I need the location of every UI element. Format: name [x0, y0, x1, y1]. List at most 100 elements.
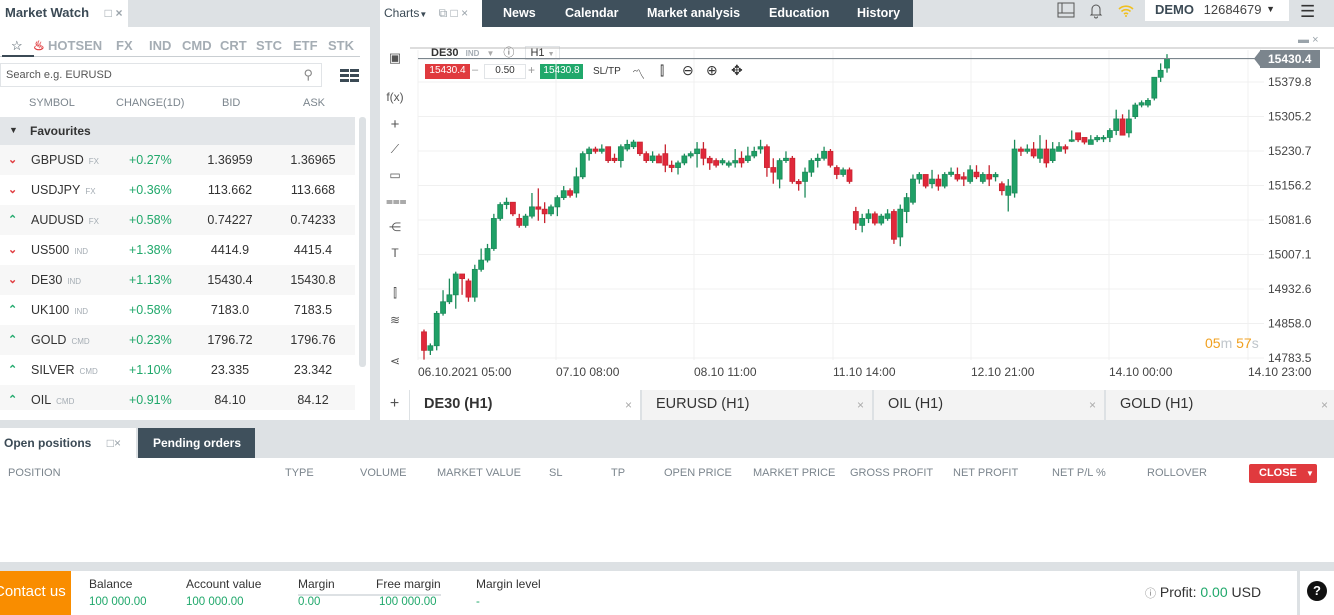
chart-tab[interactable]: DE30 (H1) × — [410, 390, 640, 420]
col-symbol[interactable]: SYMBOL — [29, 97, 75, 109]
info-icon[interactable]: ⓘ — [1145, 588, 1156, 600]
close-icon[interactable]: × — [116, 6, 123, 20]
scrollbar[interactable] — [359, 117, 366, 367]
col-bid[interactable]: BID — [222, 97, 240, 109]
instrument-row[interactable]: ⌃ AUDUSD FX +0.58% 0.74227 0.74233 — [0, 205, 355, 235]
ask-price[interactable]: 84.12 — [273, 393, 353, 407]
col-market-value[interactable]: MARKET VALUE — [437, 467, 521, 479]
tab-open-positions[interactable]: Open positions □× — [0, 428, 136, 458]
instrument-row[interactable]: ⌄ US500 IND +1.38% 4414.9 4415.4 — [0, 235, 355, 265]
trendline-icon[interactable]: ⟋ — [386, 142, 404, 158]
tab-pending-orders[interactable]: Pending orders — [138, 428, 255, 458]
chart-tab[interactable]: EURUSD (H1) × — [642, 390, 872, 420]
col-sl[interactable]: SL — [549, 467, 562, 479]
chart-tab[interactable]: GOLD (H1) × — [1106, 390, 1334, 420]
nav-news[interactable]: News — [503, 6, 536, 20]
add-chart-button[interactable]: + — [380, 390, 409, 420]
tab-stk[interactable]: STK — [328, 38, 354, 53]
close-all-button[interactable]: CLOSE ▼ — [1249, 464, 1317, 483]
candles-style-icon[interactable]: ⫿ — [386, 286, 404, 302]
bid-price[interactable]: 4414.9 — [190, 243, 270, 257]
ask-price[interactable]: 113.668 — [273, 183, 353, 197]
tab-ind[interactable]: IND — [149, 38, 171, 53]
tab-etf[interactable]: ETF — [293, 38, 318, 53]
ask-price[interactable]: 1.36965 — [273, 153, 353, 167]
charts-menu[interactable]: Charts▼ ⧉ □ × — [380, 0, 482, 27]
tab-crt[interactable]: CRT — [220, 38, 247, 53]
ask-price[interactable]: 0.74233 — [273, 213, 353, 227]
col-ask[interactable]: ASK — [303, 97, 325, 109]
col-type[interactable]: TYPE — [285, 467, 314, 479]
fibonacci-icon[interactable]: ⩶ — [386, 194, 407, 210]
bid-price[interactable]: 7183.0 — [190, 303, 270, 317]
rectangle-icon[interactable]: ▭ — [386, 168, 404, 184]
col-net-p-l-[interactable]: NET P/L % — [1052, 467, 1106, 479]
col-change[interactable]: CHANGE(1D) — [116, 97, 184, 109]
col-market-price[interactable]: MARKET PRICE — [753, 467, 835, 479]
bid-price[interactable]: 1796.72 — [190, 333, 270, 347]
ask-price[interactable]: 7183.5 — [273, 303, 353, 317]
chart-type-icon[interactable]: ▣ — [386, 50, 404, 66]
bid-price[interactable]: 84.10 — [190, 393, 270, 407]
tab-cmd[interactable]: CMD — [182, 38, 212, 53]
contact-us-button[interactable]: Contact us — [0, 571, 71, 615]
search-icon[interactable]: ⚲ — [303, 67, 313, 83]
instrument-row[interactable]: ⌃ GOLD CMD +0.23% 1796.72 1796.76 — [0, 325, 355, 355]
instrument-row[interactable]: ⌃ SILVER CMD +1.10% 23.335 23.342 — [0, 355, 355, 385]
layout-grid-icon[interactable] — [340, 69, 359, 82]
close-icon[interactable]: × — [114, 436, 121, 450]
close-tab-icon[interactable]: × — [857, 398, 864, 412]
chart-tab[interactable]: OIL (H1) × — [874, 390, 1104, 420]
ask-price[interactable]: 4415.4 — [273, 243, 353, 257]
tab-stc[interactable]: STC — [256, 38, 282, 53]
bell-icon[interactable] — [1088, 2, 1104, 19]
col-net-profit[interactable]: NET PROFIT — [953, 467, 1018, 479]
close-tab-icon[interactable]: × — [1321, 398, 1328, 412]
instrument-row[interactable]: ⌄ USDJPY FX +0.36% 113.662 113.668 — [0, 175, 355, 205]
bid-price[interactable]: 1.36959 — [190, 153, 270, 167]
instrument-row[interactable]: ⌃ OIL CMD +0.91% 84.10 84.12 — [0, 385, 355, 410]
account-selector[interactable]: DEMO 12684679 ▼ — [1145, 0, 1289, 21]
indicators-fx-icon[interactable]: f(x) — [386, 90, 404, 106]
help-icon[interactable]: ? — [1307, 581, 1327, 601]
close-tab-icon[interactable]: × — [1089, 398, 1096, 412]
hamburger-menu-icon[interactable]: ☰ — [1300, 2, 1315, 22]
col-position[interactable]: POSITION — [8, 467, 61, 479]
maximize-icon[interactable]: □ — [451, 6, 458, 20]
nav-education[interactable]: Education — [769, 6, 829, 20]
bid-price[interactable]: 23.335 — [190, 363, 270, 377]
share-icon[interactable]: ⋖ — [386, 354, 404, 370]
ask-price[interactable]: 15430.8 — [273, 273, 353, 287]
nav-calendar[interactable]: Calendar — [565, 6, 619, 20]
maximize-icon[interactable]: □ — [105, 6, 112, 20]
ask-price[interactable]: 1796.76 — [273, 333, 353, 347]
price-chart[interactable]: 15379.8 15305.2 15230.7 15156.2 15081.6 15007… — [410, 40, 1334, 385]
instrument-row[interactable]: ⌄ GBPUSD FX +0.27% 1.36959 1.36965 — [0, 145, 355, 175]
popout-icon[interactable]: ⧉ — [439, 6, 448, 20]
nav-history[interactable]: History — [857, 6, 900, 20]
pitchfork-icon[interactable]: ⋲ — [386, 220, 404, 236]
crosshair-plus-icon[interactable]: + — [386, 116, 404, 133]
tab-fx[interactable]: FX — [116, 38, 133, 53]
bid-price[interactable]: 113.662 — [190, 183, 270, 197]
group-favourites[interactable]: ▼ Favourites — [0, 117, 355, 145]
instrument-row[interactable]: ⌃ UK100 IND +0.58% 7183.0 7183.5 — [0, 295, 355, 325]
bid-price[interactable]: 15430.4 — [190, 273, 270, 287]
layout-icon[interactable] — [1057, 2, 1075, 18]
instrument-row[interactable]: ⌄ DE30 IND +1.13% 15430.4 15430.8 — [0, 265, 355, 295]
bid-price[interactable]: 0.74227 — [190, 213, 270, 227]
col-volume[interactable]: VOLUME — [360, 467, 406, 479]
maximize-icon[interactable]: □ — [107, 436, 114, 450]
col-rollover[interactable]: ROLLOVER — [1147, 467, 1207, 479]
close-icon[interactable]: × — [461, 6, 468, 20]
text-tool-icon[interactable]: T — [386, 246, 404, 262]
close-tab-icon[interactable]: × — [625, 398, 632, 412]
ask-price[interactable]: 23.342 — [273, 363, 353, 377]
col-tp[interactable]: TP — [611, 467, 625, 479]
col-gross-profit[interactable]: GROSS PROFIT — [850, 467, 933, 479]
search-input[interactable]: Search e.g. EURUSD ⚲ — [0, 63, 322, 87]
tab-hotsen[interactable]: HOTSEN — [48, 38, 102, 53]
favourites-star-icon[interactable]: ☆ — [11, 38, 23, 54]
nav-market-analysis[interactable]: Market analysis — [647, 6, 740, 20]
col-open-price[interactable]: OPEN PRICE — [664, 467, 732, 479]
